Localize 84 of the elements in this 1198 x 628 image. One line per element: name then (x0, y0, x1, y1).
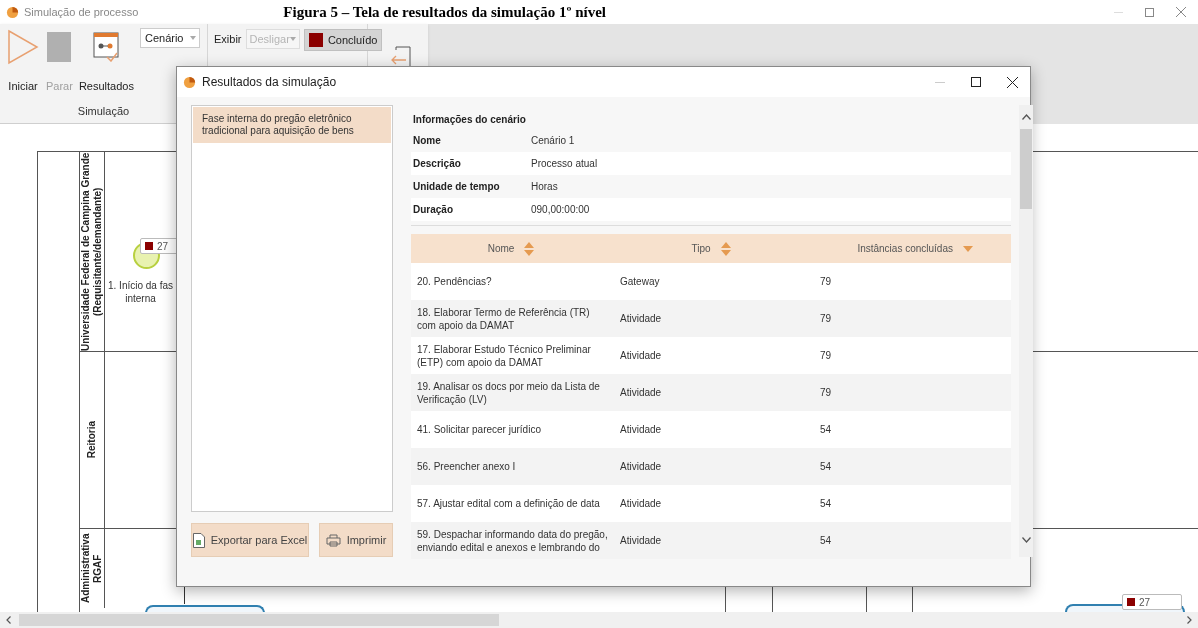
scroll-right-icon[interactable] (1187, 616, 1192, 624)
info-value: Horas (531, 180, 558, 194)
table-cell-text: 79 (820, 349, 832, 363)
column-header[interactable]: Instâncias concluídas (857, 241, 953, 256)
print-button[interactable]: Imprimir (319, 523, 393, 557)
app-icon (183, 75, 196, 89)
lane-label: Reitoria (86, 421, 98, 459)
table-row[interactable]: 17. Elaborar Estudo Técnico Preliminar (ETP) com apoio da DAMAT Atividade 79 (411, 337, 1011, 374)
table-cell-text: Atividade (620, 460, 662, 474)
table-cell-text: 54 (820, 423, 832, 437)
scrollbar[interactable] (1019, 105, 1033, 557)
table-cell-text: Atividade (620, 312, 662, 326)
count-badge: 27 (1122, 594, 1182, 610)
event-label: 1. Início da fas interna (108, 279, 174, 305)
caret-icon (289, 37, 296, 41)
scrollbar-thumb[interactable] (1020, 129, 1032, 209)
scenario-dropdown[interactable]: Cenário (139, 28, 200, 48)
table-cell-text: Atividade (620, 423, 662, 437)
table-row[interactable]: 18. Elaborar Termo de Referência (TR) com apoio da DAMAT Atividade 79 (411, 300, 1011, 337)
lane-label: Universidade Federal de Campina Grande (Requisitante/demandante) (80, 152, 104, 351)
table-cell-text: 79 (820, 386, 832, 400)
window-title: Simulação de processo (24, 4, 139, 20)
table-cell-text: 59. Despachar informando data do pregão, enviando edital e anexos e lembrando do (417, 527, 609, 554)
table-row[interactable]: 41. Solicitar parecer jurídico Atividade 54 (411, 411, 1011, 448)
figure-caption: Figura 5 – Tela de resultados da simulação 1º nível (283, 4, 606, 20)
info-label: Unidade de tempo (413, 180, 501, 194)
table-cell-text: Gateway (620, 275, 660, 289)
lane-label: Administrativa RGAF (80, 532, 104, 606)
ribbon-button[interactable]: Iniciar (4, 28, 42, 95)
table-cell-text: Atividade (620, 534, 662, 548)
table-row[interactable]: 20. Pendências? Gateway 79 (411, 263, 1011, 300)
table-cell-text: 18. Elaborar Termo de Referência (TR) com apoio da DAMAT (417, 305, 591, 332)
table-row[interactable]: 19. Analisar os docs por meio da Lista de Verificação (LV) Atividade 79 (411, 374, 1011, 411)
table-row[interactable]: 57. Ajustar edital com a definição de data Atividade 54 (411, 485, 1011, 522)
process-item[interactable]: Fase interna do pregão eletrônico tradicional para aquisição de bens (193, 107, 391, 143)
horizontal-scrollbar[interactable] (0, 612, 1198, 628)
column-header[interactable]: Tipo (691, 241, 711, 256)
dropdown-value: Cenário (144, 30, 184, 46)
table-cell-text: 17. Elaborar Estudo Técnico Preliminar (ETP) com apoio da DAMAT (417, 342, 592, 369)
table-cell-text: Atividade (620, 349, 662, 363)
table-cell-text: 19. Analisar os docs por meio da Lista de Verificação (LV) (417, 379, 601, 406)
table-cell-text: Atividade (620, 386, 662, 400)
sort-icon[interactable] (524, 241, 535, 256)
scroll-left-icon[interactable] (6, 616, 11, 624)
scroll-down-icon[interactable] (1021, 537, 1031, 543)
scroll-up-icon[interactable] (1021, 114, 1031, 120)
results-icon (93, 32, 120, 62)
table-row[interactable]: 56. Preencher anexo I Atividade 54 (411, 448, 1011, 485)
stop-icon (47, 32, 72, 62)
section-heading: Informações do cenário (412, 112, 527, 127)
info-label: Duração (413, 203, 454, 217)
sort-descending-icon[interactable] (963, 245, 973, 252)
table-cell: 41. Solicitar parecer jurídico (417, 423, 541, 436)
spreadsheet-icon (192, 532, 205, 548)
restore-icon[interactable] (1145, 7, 1154, 17)
dialog-title: Resultados da simulação (202, 74, 337, 91)
printer-icon (325, 533, 341, 547)
table-row[interactable]: 59. Despachar informando data do pregão, enviando edital e anexos e lembrando do Atividade 54 (411, 522, 1011, 559)
table-cell-text: 54 (820, 534, 832, 548)
info-value: Processo atual (531, 157, 598, 171)
info-label: Nome (413, 134, 442, 148)
info-value: 090,00:00:00 (531, 203, 590, 217)
maximize-icon[interactable] (971, 77, 981, 87)
info-label: Descrição (413, 157, 462, 171)
show-label: Exibir (214, 32, 242, 47)
table-cell: 57. Ajustar edital com a definição de data (417, 497, 600, 510)
column-header[interactable]: Nome (487, 241, 515, 256)
info-value: Cenário 1 (531, 134, 575, 148)
table-cell-text: Atividade (620, 497, 662, 511)
table-cell-text: 54 (820, 460, 832, 474)
play-icon (6, 29, 40, 65)
ribbon-button[interactable]: Resultados (76, 28, 136, 95)
close-icon[interactable] (1007, 76, 1018, 88)
caret-icon (189, 36, 196, 40)
scrollbar-thumb[interactable] (19, 614, 499, 626)
table-cell: 56. Preencher anexo I (417, 460, 516, 473)
table-cell-text: 79 (820, 312, 832, 326)
table-cell-text: 79 (820, 275, 832, 289)
table-cell: 20. Pendências? (417, 275, 492, 288)
export-button[interactable]: Exportar para Excel (191, 523, 309, 557)
app-icon (6, 5, 19, 19)
table-cell-text: 54 (820, 497, 832, 511)
status-button[interactable]: Concluído (303, 29, 383, 51)
sort-icon[interactable] (720, 241, 731, 256)
